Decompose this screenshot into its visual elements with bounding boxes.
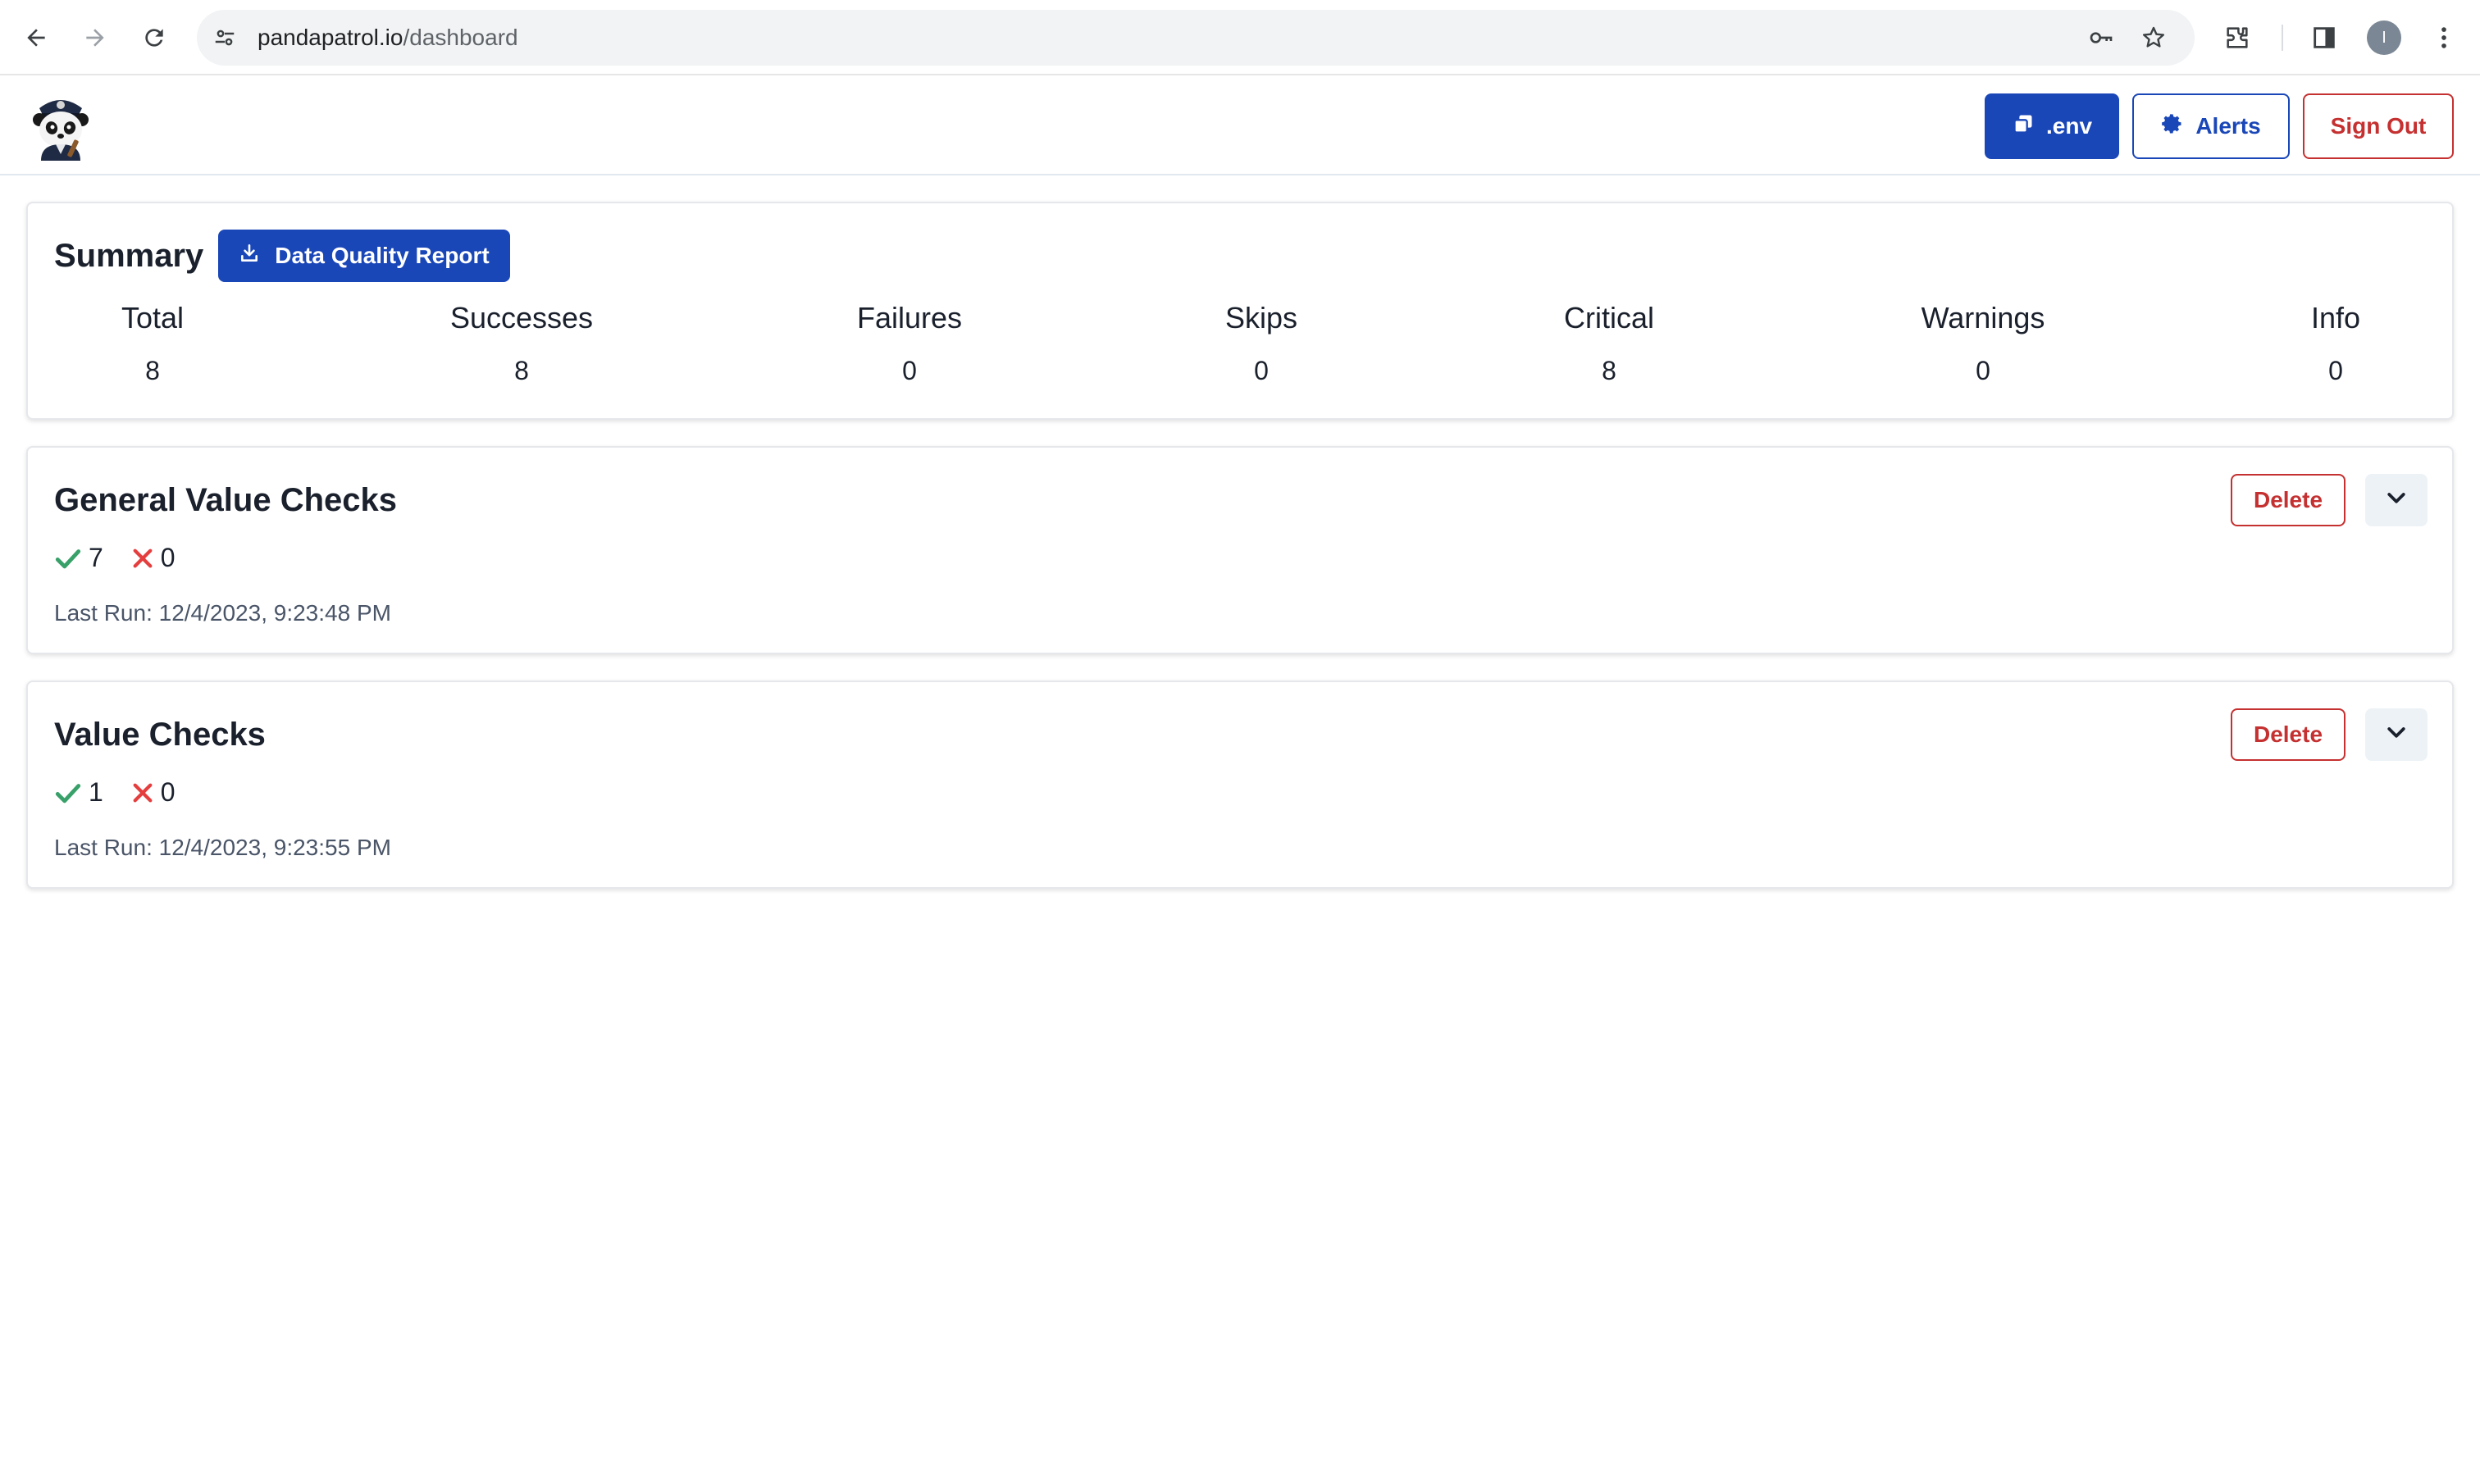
stat-value: 0 <box>2328 356 2343 385</box>
data-quality-report-button[interactable]: Data Quality Report <box>218 230 510 282</box>
x-mark-icon <box>131 547 154 570</box>
stat-value: 8 <box>514 356 529 385</box>
forward-icon[interactable] <box>74 16 116 59</box>
stat-skips: Skips 0 <box>1138 300 1384 387</box>
stat-label: Critical <box>1563 301 1654 335</box>
failure-count: 0 <box>160 543 176 572</box>
summary-title: Summary <box>54 238 204 274</box>
success-count: 1 <box>89 777 103 807</box>
bookmark-star-icon[interactable] <box>2137 21 2170 54</box>
alerts-button-label: Alerts <box>2195 113 2261 139</box>
extensions-icon[interactable] <box>2216 16 2259 59</box>
chevron-down-icon <box>2384 721 2409 749</box>
last-run-text: Last Run: 12/4/2023, 9:23:48 PM <box>54 600 391 626</box>
check-title: General Value Checks <box>54 482 398 518</box>
stat-successes: Successes 8 <box>399 300 645 387</box>
reload-icon[interactable] <box>133 16 176 59</box>
chevron-down-icon <box>2384 486 2409 515</box>
last-run-text: Last Run: 12/4/2023, 9:23:55 PM <box>54 835 391 860</box>
stat-label: Warnings <box>1921 301 2045 335</box>
alerts-button[interactable]: Alerts <box>2132 93 2290 159</box>
site-settings-icon[interactable] <box>208 21 241 54</box>
check-title: Value Checks <box>54 717 266 753</box>
env-button[interactable]: .env <box>1985 93 2119 159</box>
more-menu-icon[interactable] <box>2423 16 2465 59</box>
stat-value: 0 <box>1254 356 1269 385</box>
stat-value: 8 <box>1602 356 1616 385</box>
stat-value: 0 <box>1976 356 1990 385</box>
gear-icon <box>2161 112 2184 141</box>
stat-label: Total <box>121 301 185 335</box>
address-bar[interactable]: pandapatrol.io/dashboard <box>197 10 2195 66</box>
browser-toolbar: pandapatrol.io/dashboard I <box>0 0 2480 75</box>
sign-out-button[interactable]: Sign Out <box>2303 93 2454 159</box>
download-icon <box>239 243 260 270</box>
stat-info: Info 0 <box>2213 300 2459 387</box>
x-mark-icon <box>131 781 154 804</box>
stat-label: Failures <box>856 301 963 335</box>
copy-icon <box>2012 112 2035 141</box>
toolbar-divider <box>2282 25 2283 51</box>
app-header: .env Alerts Sign Out <box>0 77 2480 175</box>
stat-warnings: Warnings 0 <box>1860 300 2106 387</box>
panda-logo[interactable] <box>28 90 93 161</box>
url-path: /dashboard <box>403 25 518 50</box>
check-counts: 7 0 <box>54 543 176 573</box>
stat-failures: Failures 0 <box>786 300 1033 387</box>
env-button-label: .env <box>2045 113 2093 139</box>
sign-out-button-label: Sign Out <box>2330 113 2427 139</box>
stat-label: Info <box>2310 301 2361 335</box>
stat-label: Successes <box>449 301 594 335</box>
check-card: Value Checks 1 0 Last Run: 12/4/2023, 9:… <box>26 681 2454 889</box>
failure-count: 0 <box>160 777 176 807</box>
delete-button[interactable]: Delete <box>2231 474 2346 526</box>
back-icon[interactable] <box>15 16 57 59</box>
checkmark-icon <box>54 544 82 572</box>
check-counts: 1 0 <box>54 777 176 808</box>
summary-card: Summary Data Quality Report Total 8 Succ… <box>26 202 2454 420</box>
url-host: pandapatrol.io <box>258 25 403 50</box>
url-text[interactable]: pandapatrol.io/dashboard <box>258 24 518 52</box>
data-quality-report-label: Data Quality Report <box>275 243 490 268</box>
profile-avatar[interactable]: I <box>2367 20 2401 55</box>
stat-total: Total 8 <box>30 300 276 387</box>
delete-button[interactable]: Delete <box>2231 708 2346 761</box>
expand-button[interactable] <box>2365 474 2428 526</box>
stat-value: 0 <box>902 356 917 385</box>
key-icon[interactable] <box>2085 21 2118 54</box>
success-count: 7 <box>89 543 103 572</box>
stat-label: Skips <box>1224 301 1298 335</box>
side-panel-icon[interactable] <box>2303 16 2346 59</box>
expand-button[interactable] <box>2365 708 2428 761</box>
checkmark-icon <box>54 779 82 807</box>
stat-critical: Critical 8 <box>1486 300 1732 387</box>
check-card: General Value Checks 7 0 Last Run: 12/4/… <box>26 446 2454 654</box>
stat-value: 8 <box>145 356 160 385</box>
